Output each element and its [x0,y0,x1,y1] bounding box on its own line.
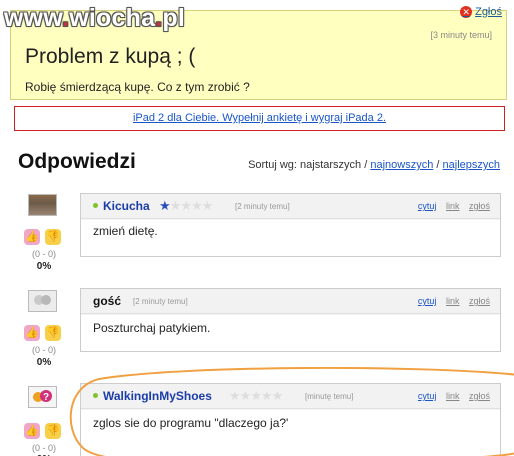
answer-author[interactable]: Kicucha [103,199,150,213]
answer-author[interactable]: WalkingInMyShoes [103,389,212,403]
report-link[interactable]: zgłoś [469,296,490,306]
vote-count: (0 - 0) [31,345,56,355]
thumb-down-icon[interactable]: 👎 [45,325,61,341]
answer-header: WalkingInMyShoes ★★★★★ [minutę temu] cyt… [81,384,500,409]
sort-prefix: Sortuj wg: najstarszych / [248,159,368,171]
answer-header: Kicucha ★★★★★ [2 minuty temu] cytuj link… [81,194,500,219]
answers-heading: Odpowiedzi [18,150,136,173]
ad-banner[interactable]: iPad 2 dla Ciebie. Wypełnij ankietę i wy… [14,106,505,131]
site-watermark: www.wiocha.pl [4,4,185,32]
question-title: Problem z kupą ; ( [25,45,196,68]
thumb-down-icon[interactable]: 👎 [45,229,61,245]
avatar[interactable] [28,290,57,312]
question-time: [3 minuty temu] [430,30,492,40]
cite-link[interactable]: cytuj [418,391,437,401]
sort-newest-link[interactable]: najnowszych [370,159,433,171]
avatar[interactable] [28,194,57,216]
star-icon: ★ [229,388,241,403]
answer-actions: cytuj link zgłoś [411,201,490,211]
rating-stars: ★★★★★ [159,198,214,214]
answer-text: Poszturchaj patykiem. [93,321,211,335]
ad-link[interactable]: iPad 2 dla Ciebie. Wypełnij ankietę i wy… [133,112,386,124]
online-dot-icon [93,203,98,208]
cite-link[interactable]: cytuj [418,201,437,211]
star-icon: ★ [169,198,182,213]
star-icon: ★ [180,198,192,213]
report-link[interactable]: zgłoś [469,391,490,401]
vote-percent: 0% [36,357,52,368]
permalink[interactable]: link [446,391,460,401]
avatar[interactable]: ? [28,386,57,408]
vote-count: (0 - 0) [31,249,56,259]
answer-body: zmień dietę. [81,220,500,256]
answer-author: gość [93,294,122,308]
question-avatar-icon: ? [33,390,52,403]
star-icon: ★ [271,388,284,403]
thumb-up-icon[interactable]: 👍 [24,325,40,341]
cite-link[interactable]: cytuj [418,296,437,306]
answer-header: gość [2 minuty temu] cytuj link zgłoś [81,289,500,314]
star-icon: ★ [201,198,214,213]
vote-count: (0 - 0) [31,443,56,453]
answer-card: gość [2 minuty temu] cytuj link zgłoś Po… [80,288,501,352]
star-icon: ★ [239,388,252,403]
answer-time: [2 minuty temu] [235,202,290,211]
thumb-up-icon[interactable]: 👍 [24,229,40,245]
answer-actions: cytuj link zgłoś [411,391,490,401]
report-link[interactable]: zgłoś [469,201,490,211]
report-question-link[interactable]: ✕ Zgłoś [460,6,502,18]
answer-time: [minutę temu] [305,392,354,401]
star-icon: ★ [260,388,273,403]
sort-best-link[interactable]: najlepszych [443,159,500,171]
permalink[interactable]: link [446,296,460,306]
thumb-down-icon[interactable]: 👎 [45,423,61,439]
star-icon: ★ [190,198,203,213]
rating-stars: ★★★★★ [229,388,284,404]
answer-body: zglos sie do programu "dlaczego ja?' [81,410,500,456]
answer-card: Kicucha ★★★★★ [2 minuty temu] cytuj link… [80,193,501,257]
question-body: Robię śmierdzącą kupę. Co z tym zrobić ? [25,80,250,94]
answer-text: zglos sie do programu "dlaczego ja?' [93,416,289,430]
answer-body: Poszturchaj patykiem. [81,315,500,351]
answer-card: WalkingInMyShoes ★★★★★ [minutę temu] cyt… [80,383,501,456]
star-icon: ★ [250,388,262,403]
thumb-up-icon[interactable]: 👍 [24,423,40,439]
permalink[interactable]: link [446,201,460,211]
online-dot-icon [93,393,98,398]
default-avatar-icon [34,295,51,305]
vote-percent: 0% [36,261,52,272]
star-icon: ★ [159,198,171,213]
report-icon: ✕ [460,6,473,18]
sort-separator: / [436,159,440,171]
svg-text:?: ? [43,392,49,403]
answer-text: zmień dietę. [93,224,158,238]
report-question-label: Zgłoś [475,6,502,18]
sort-bar: Sortuj wg: najstarszych / najnowszych / … [248,159,500,171]
answer-time: [2 minuty temu] [133,297,188,306]
answer-actions: cytuj link zgłoś [411,296,490,306]
